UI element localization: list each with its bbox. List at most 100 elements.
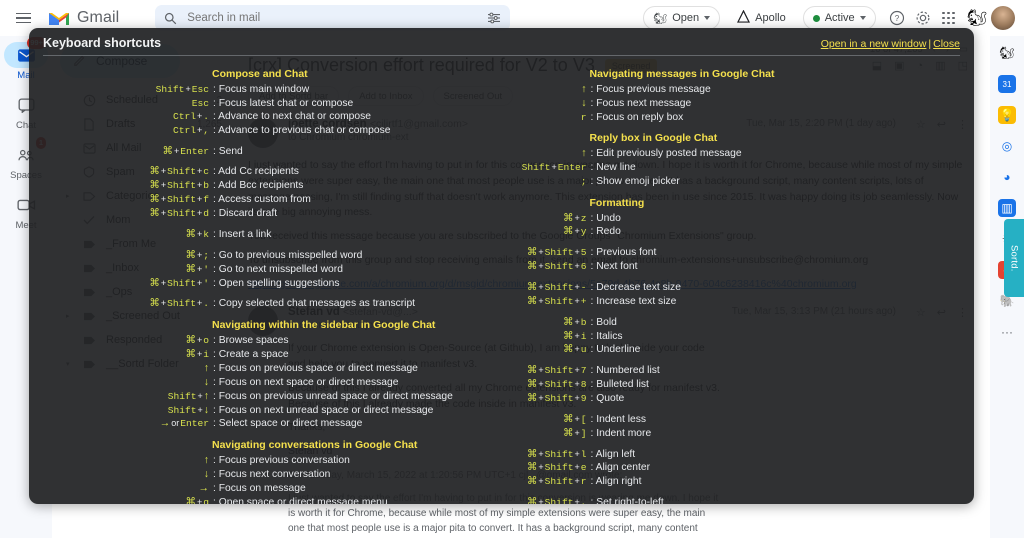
trello-icon[interactable]: ▥ xyxy=(998,199,1016,217)
calendar-icon[interactable]: 31 xyxy=(998,75,1016,93)
shortcut-keys: ⌘+Shift+d xyxy=(149,207,209,220)
shortcut-description: Underline xyxy=(587,343,640,357)
shortcut-spacer xyxy=(510,441,967,448)
shortcut-description: Italics xyxy=(587,330,622,344)
shortcut-description: Align left xyxy=(587,448,636,462)
shortcut-description: Browse spaces xyxy=(209,334,289,348)
shortcut-description: Advance to previous chat or compose xyxy=(209,124,390,138)
open-label: Open xyxy=(672,12,700,24)
shortcut-keys: ; xyxy=(580,175,587,187)
shortcut-description: Quote xyxy=(587,392,624,406)
shortcut-keys: ↓ xyxy=(581,96,587,109)
shortcut-row: ⌘+Shift+bAdd Bcc recipients xyxy=(37,179,494,193)
shortcut-keys: ⌘+u xyxy=(562,343,587,356)
shortcut-keys: ⌘+Shift+6 xyxy=(526,260,587,273)
shortcut-keys: ⌘+Shift+8 xyxy=(526,378,587,391)
shortcut-spacer xyxy=(510,357,967,364)
apollo-button[interactable]: Apollo xyxy=(728,6,795,30)
shortcut-description: Bulleted list xyxy=(587,378,649,392)
shortcut-row: ⌘+Shift+7Numbered list xyxy=(510,364,967,378)
gmail-logo[interactable]: Gmail xyxy=(48,9,119,27)
shortcut-description: Focus next message xyxy=(587,97,691,111)
search-input[interactable] xyxy=(187,12,478,24)
open-in-new-window-link[interactable]: Open in a new window xyxy=(821,38,927,50)
shortcut-keys: ⌘+Enter xyxy=(162,144,209,157)
shortcut-description: Focus on reply box xyxy=(587,111,683,125)
shortcut-description: Add Bcc recipients xyxy=(209,179,303,193)
chevron-down-icon xyxy=(859,16,866,20)
shortcut-keys: ↓ xyxy=(203,468,209,481)
shortcut-keys: ⌘+] xyxy=(562,426,587,439)
shortcut-keys: ⌘+b xyxy=(562,315,587,328)
shortcut-spacer xyxy=(37,138,494,145)
squirrel-icon[interactable]: 🐿 xyxy=(998,44,1016,62)
shortcut-description: Edit previously posted message xyxy=(587,147,741,161)
more-addons-icon[interactable]: ··· xyxy=(998,323,1016,341)
shortcut-spacer xyxy=(510,239,967,246)
account-group[interactable]: 🐿 xyxy=(963,4,1018,32)
avatar[interactable] xyxy=(991,6,1015,30)
shortcut-description: Increase text size xyxy=(587,295,676,309)
shortcut-description: Indent more xyxy=(587,427,651,441)
shortcut-row: Ctrl+.Advance to next chat or compose xyxy=(37,110,494,124)
tasks-icon[interactable]: ◎ xyxy=(998,137,1016,155)
shortcut-spacer xyxy=(510,406,967,413)
shortcut-description: Copy selected chat messages as transcrip… xyxy=(209,297,415,311)
shortcut-description: Align center xyxy=(587,461,650,475)
shortcut-keys: ⌘+Shift++ xyxy=(526,294,587,307)
sortd-open-button[interactable]: 🐿 Open xyxy=(643,6,721,30)
shortcut-row: ⌘+Shift+9Quote xyxy=(510,392,967,406)
shortcut-row: ⌘+;Go to previous misspelled word xyxy=(37,249,494,263)
keep-icon[interactable]: 💡 xyxy=(998,106,1016,124)
main-menu-icon[interactable] xyxy=(6,12,40,24)
shortcut-row: Shift+↑Focus on previous unread space or… xyxy=(37,390,494,404)
shortcut-keys: ⌘+[ xyxy=(562,412,587,425)
shortcut-row: ⌘+Shift+fAccess custom from xyxy=(37,193,494,207)
status-active-button[interactable]: Active xyxy=(802,6,876,30)
shortcut-keys: ⌘+Shift+r xyxy=(526,475,587,488)
shortcut-description: Decrease text size xyxy=(587,281,681,295)
shortcut-row: ⌘+Shift+eAlign center xyxy=(510,461,967,475)
shortcut-row: ↓Focus on next space or direct message xyxy=(37,376,494,390)
shortcut-description: New line xyxy=(587,161,636,175)
shortcut-keys: ⌘+; xyxy=(185,248,209,261)
shortcut-row: ⌘+'Go to next misspelled word xyxy=(37,263,494,277)
shortcut-description: Focus next conversation xyxy=(209,468,331,482)
squirrel-icon[interactable]: 🐿 xyxy=(967,8,987,28)
shortcut-keys: ⌘+Shift+7 xyxy=(526,364,587,377)
gmail-wordmark: Gmail xyxy=(77,9,120,26)
shortcut-description: Redo xyxy=(587,225,621,239)
shortcut-row: ⌘+Shift+rAlign right xyxy=(510,475,967,489)
contacts-icon[interactable]: ◕ xyxy=(998,168,1016,186)
shortcut-description: Align right xyxy=(587,475,642,489)
shortcut-section-title: Formatting xyxy=(589,196,645,209)
shortcut-row: ⌘+Shift+8Bulleted list xyxy=(510,378,967,392)
shortcut-row: Ctrl+,Advance to previous chat or compos… xyxy=(37,124,494,138)
shortcut-keys: ↑ xyxy=(581,83,587,95)
shortcut-row: ⌘+Shift++Increase text size xyxy=(510,295,967,309)
sortd-side-tab[interactable]: Sortd. xyxy=(1004,219,1024,297)
shortcut-row: Shift+EscFocus main window xyxy=(37,83,494,97)
shortcut-keys: r xyxy=(580,111,587,123)
shortcut-column-right: Navigating messages in Google Chat↑Focus… xyxy=(502,60,975,504)
shortcut-keys: ↓ xyxy=(203,375,209,388)
shortcut-keys: ⌘+Shift+, xyxy=(526,496,587,504)
search-options-icon[interactable] xyxy=(487,12,501,24)
shortcut-description: Focus on previous unread space or direct… xyxy=(209,390,453,404)
shortcut-description: Focus on next unread space or direct mes… xyxy=(209,404,434,418)
shortcut-description: Access custom from xyxy=(209,193,311,207)
shortcut-spacer xyxy=(510,309,967,316)
shortcut-keys: ↑ xyxy=(203,361,209,374)
shortcut-keys: ↑ xyxy=(203,454,209,467)
shortcut-keys: Ctrl+, xyxy=(172,124,209,136)
close-link[interactable]: Close xyxy=(933,38,960,50)
shortcut-description: Focus on next space or direct message xyxy=(209,376,399,390)
shortcut-keys: ⌘+z xyxy=(562,211,587,224)
apollo-label: Apollo xyxy=(755,12,786,24)
shortcut-keys: Shift+Enter xyxy=(521,162,587,174)
shortcut-row: ⌘+Shift+5Previous font xyxy=(510,246,967,260)
shortcut-keys: ⌘+Shift+f xyxy=(149,193,209,206)
shortcut-section-title: Reply box in Google Chat xyxy=(589,132,718,145)
shortcut-description: Focus on previous space or direct messag… xyxy=(209,362,418,376)
shortcut-description: Discard draft xyxy=(209,207,277,221)
